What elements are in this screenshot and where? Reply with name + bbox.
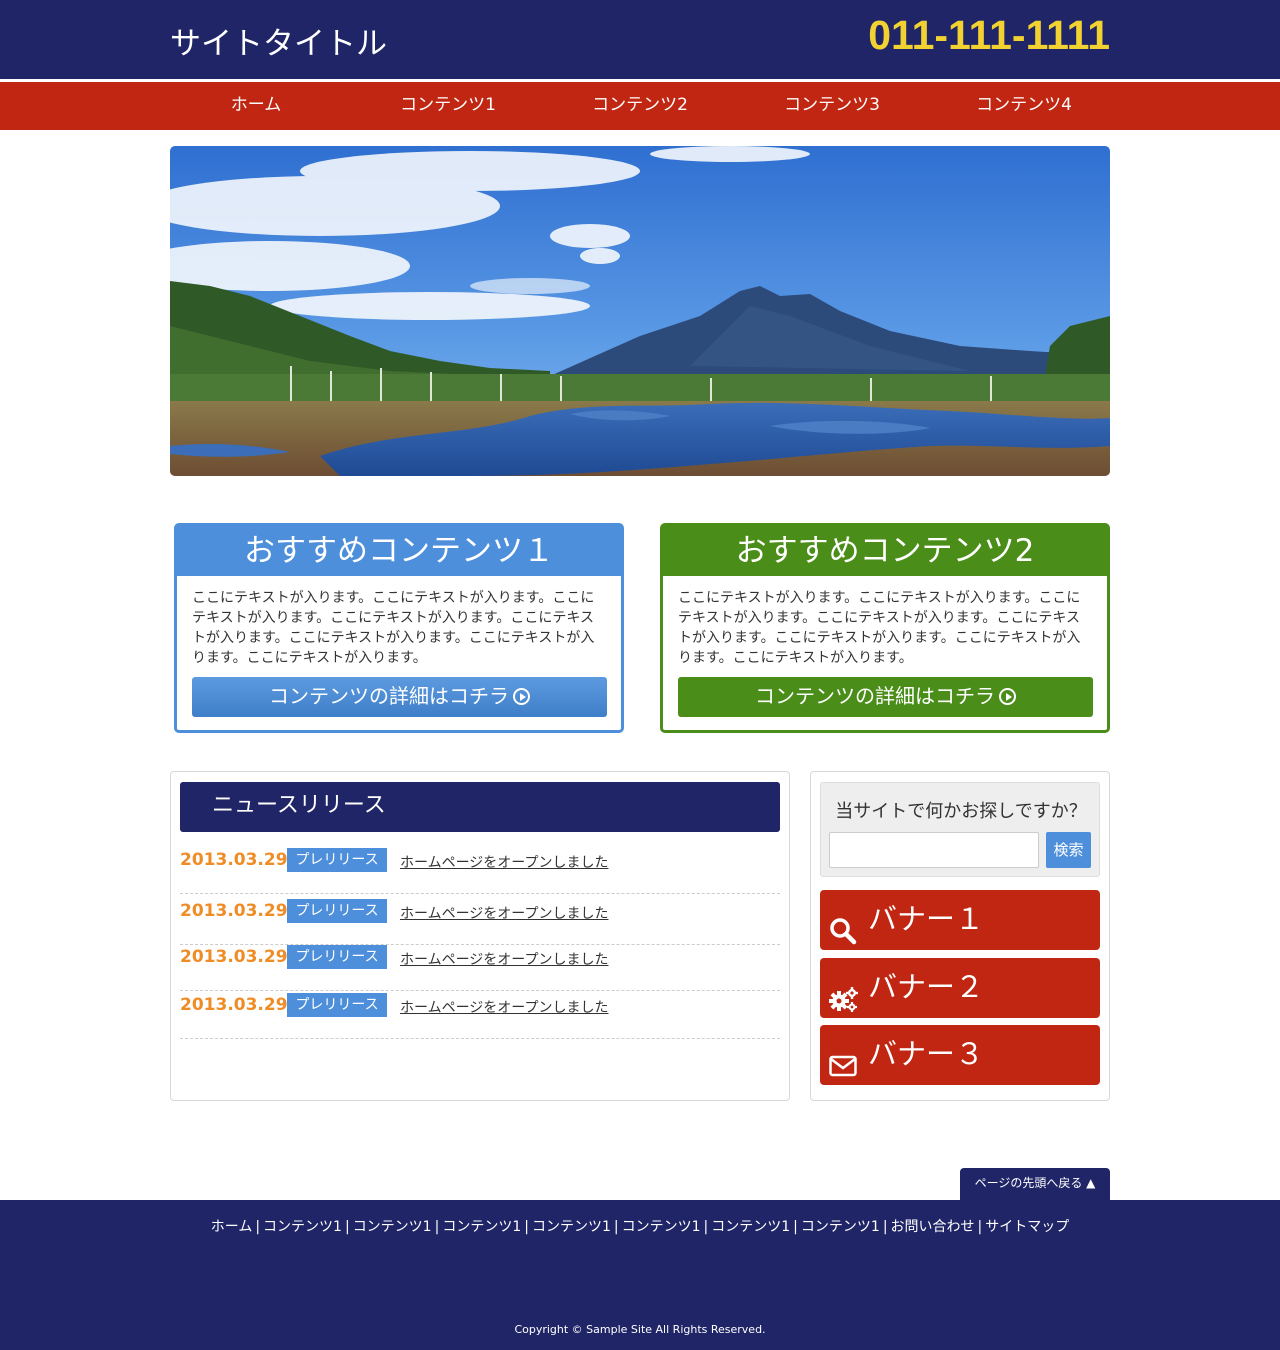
nav-item-contents3[interactable]: コンテンツ3 [736, 82, 928, 130]
recommend-title: おすすめコンテンツ2 [663, 526, 1107, 576]
recommend-box-1: おすすめコンテンツ１ ここにテキストが入ります。ここにテキストが入ります。ここに… [174, 523, 624, 733]
news-tag: プレリリース [287, 848, 387, 872]
footer-separator: | [344, 1219, 350, 1235]
news-date: 2013.03.29 [180, 850, 288, 870]
hero-image [170, 146, 1110, 476]
nav-item-home[interactable]: ホーム [160, 82, 352, 130]
search-button[interactable]: 検索 [1046, 832, 1091, 868]
global-nav: ホーム コンテンツ1 コンテンツ2 コンテンツ3 コンテンツ4 [0, 82, 1280, 130]
recommend-box-2: おすすめコンテンツ2 ここにテキストが入ります。ここにテキストが入ります。ここに… [660, 523, 1110, 733]
banner-label: バナー１ [868, 902, 985, 936]
footer-link-home[interactable]: ホーム [211, 1219, 253, 1235]
banner-3[interactable]: バナー３ [820, 1025, 1100, 1085]
back-to-top-button[interactable]: ページの先頭へ戻る ▲ [960, 1168, 1110, 1200]
search-input[interactable] [829, 832, 1039, 868]
recommend-detail-button[interactable]: コンテンツの詳細はコチラ [192, 677, 607, 717]
footer-link-contents[interactable]: コンテンツ1 [442, 1219, 521, 1235]
footer-link-sitemap[interactable]: サイトマップ [985, 1219, 1069, 1235]
footer-separator: | [882, 1219, 888, 1235]
footer-link-contents[interactable]: コンテンツ1 [353, 1219, 432, 1235]
search-icon [829, 906, 857, 945]
sidebar: 当サイトで何かお探しですか？ 検索 バナー１ バナー２ バナー３ [810, 771, 1110, 1101]
news-section: ニュースリリース 2013.03.29 プレリリース ホームページをオープンしま… [170, 771, 790, 1101]
banner-2[interactable]: バナー２ [820, 958, 1100, 1018]
footer-separator: | [255, 1219, 261, 1235]
news-date: 2013.03.29 [180, 901, 288, 921]
recommend-title: おすすめコンテンツ１ [177, 526, 621, 576]
news-heading: ニュースリリース [180, 782, 780, 832]
site-title[interactable]: サイトタイトル [170, 18, 387, 63]
site-header: サイトタイトル 011-111-1111 [0, 0, 1280, 79]
search-title: 当サイトで何かお探しですか？ [835, 801, 1087, 822]
footer-links: ホーム | コンテンツ1 | コンテンツ1 | コンテンツ1 | コンテンツ1 | コンテンツ1 | コ… [0, 1216, 1280, 1236]
news-date: 2013.03.29 [180, 995, 288, 1015]
footer-link-contents[interactable]: コンテンツ1 [532, 1219, 611, 1235]
play-circle-icon [513, 688, 530, 705]
banner-1[interactable]: バナー１ [820, 890, 1100, 950]
footer-separator: | [524, 1219, 529, 1235]
recommend-text: ここにテキストが入ります。ここにテキストが入ります。ここにテキストが入ります。こ… [192, 590, 595, 666]
footer-separator: | [793, 1219, 798, 1235]
copyright: Copyright © Sample Site All Rights Reser… [514, 1323, 766, 1336]
footer-link-contact[interactable]: お問い合わせ [891, 1219, 975, 1235]
nav-item-contents1[interactable]: コンテンツ1 [352, 82, 544, 130]
news-item: 2013.03.29 プレリリース ホームページをオープンしました [180, 846, 780, 894]
nav-item-contents2[interactable]: コンテンツ2 [544, 82, 736, 130]
news-link[interactable]: ホームページをオープンしました [400, 852, 608, 872]
footer-link-contents[interactable]: コンテンツ1 [711, 1219, 790, 1235]
gears-icon [829, 974, 858, 1012]
recommend-button-label: コンテンツの詳細はコチラ [269, 684, 509, 708]
site-footer: ホーム | コンテンツ1 | コンテンツ1 | コンテンツ1 | コンテンツ1 | コンテンツ1 | コ… [0, 1200, 1280, 1350]
footer-separator: | [977, 1219, 983, 1235]
news-link[interactable]: ホームページをオープンしました [400, 903, 608, 923]
news-link[interactable]: ホームページをオープンしました [400, 949, 608, 969]
news-item: 2013.03.29 プレリリース ホームページをオープンしました [180, 897, 780, 945]
news-tag: プレリリース [287, 945, 387, 969]
footer-separator: | [613, 1219, 619, 1235]
nav-item-contents4[interactable]: コンテンツ4 [928, 82, 1120, 130]
footer-link-contents[interactable]: コンテンツ1 [263, 1219, 342, 1235]
banner-label: バナー２ [868, 970, 985, 1004]
news-item: 2013.03.29 プレリリース ホームページをオープンしました [180, 943, 780, 991]
search-panel: 当サイトで何かお探しですか？ 検索 [820, 782, 1100, 877]
news-date: 2013.03.29 [180, 947, 288, 967]
banner-label: バナー３ [868, 1037, 985, 1071]
news-link[interactable]: ホームページをオープンしました [400, 997, 608, 1017]
news-tag: プレリリース [287, 993, 387, 1017]
recommend-detail-button[interactable]: コンテンツの詳細はコチラ [678, 677, 1093, 717]
play-circle-icon [999, 688, 1016, 705]
envelope-icon [829, 1041, 857, 1077]
news-item: 2013.03.29 プレリリース ホームページをオープンしました [180, 991, 780, 1039]
footer-link-contents[interactable]: コンテンツ1 [622, 1219, 701, 1235]
recommend-text: ここにテキストが入ります。ここにテキストが入ります。ここにテキストが入ります。こ… [678, 590, 1081, 666]
footer-separator: | [434, 1219, 440, 1235]
recommend-button-label: コンテンツの詳細はコチラ [755, 684, 995, 708]
phone-number: 011-111-1111 [868, 12, 1110, 58]
footer-separator: | [703, 1219, 709, 1235]
footer-link-contents[interactable]: コンテンツ1 [801, 1219, 880, 1235]
news-tag: プレリリース [287, 899, 387, 923]
